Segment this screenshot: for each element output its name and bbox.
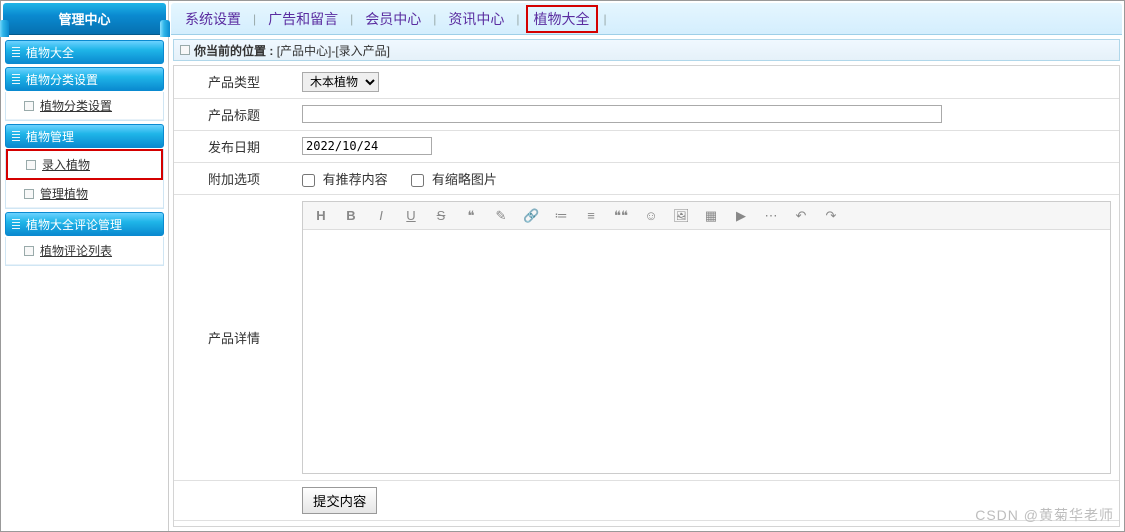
editor-align-icon[interactable]: ≡ — [583, 208, 599, 223]
editor-emoji-icon[interactable]: ☺ — [643, 208, 659, 223]
sidebar-section-plants[interactable]: 植物大全 — [5, 40, 164, 64]
nav-separator: | — [253, 12, 256, 26]
input-date[interactable] — [302, 137, 432, 155]
editor-heading-icon[interactable]: H — [313, 208, 329, 223]
label-title: 产品标题 — [174, 99, 294, 131]
tab-ads[interactable]: 广告和留言 — [262, 7, 344, 31]
breadcrumb-prefix: 你当前的位置 : — [194, 42, 273, 59]
sidebar-header: 管理中心 — [3, 3, 166, 35]
label-thumbnail: 有缩略图片 — [432, 172, 497, 187]
tab-system[interactable]: 系统设置 — [179, 7, 247, 31]
submit-button[interactable]: 提交内容 — [302, 487, 377, 514]
nav-separator: | — [516, 12, 519, 26]
doc-icon — [24, 101, 34, 111]
label-detail: 产品详情 — [174, 195, 294, 481]
select-product-type[interactable]: 木本植物 — [302, 72, 379, 92]
sidebar-section-manage[interactable]: 植物管理 — [5, 124, 164, 148]
tab-plants[interactable]: 植物大全 — [526, 5, 598, 33]
editor-strike-icon[interactable]: S — [433, 208, 449, 223]
editor-toolbar: H B I U S ❝ ✎ 🔗 ≔ ≡ ❝❝ — [303, 202, 1110, 230]
sidebar-section-comments[interactable]: 植物大全评论管理 — [5, 212, 164, 236]
sidebar-item-category-settings[interactable]: 植物分类设置 — [6, 92, 163, 120]
editor-undo-icon[interactable]: ↶ — [793, 208, 809, 224]
sidebar-item-comment-list[interactable]: 植物评论列表 — [6, 237, 163, 265]
sidebar-item-manage-plant[interactable]: 管理植物 — [6, 180, 163, 208]
editor-table-icon[interactable]: ▦ — [703, 208, 719, 224]
grip-icon — [12, 47, 20, 57]
watermark: CSDN @黄菊华老师 — [975, 505, 1114, 525]
editor-redo-icon[interactable]: ↷ — [823, 208, 839, 224]
label-recommend: 有推荐内容 — [323, 172, 388, 187]
sidebar: 管理中心 植物大全 植物分类设置 植物分类设置 植物管理 录入植物 — [1, 1, 169, 531]
editor-link-icon[interactable]: 🔗 — [523, 208, 539, 224]
tab-members[interactable]: 会员中心 — [359, 7, 427, 31]
grip-icon — [12, 74, 20, 84]
label-options: 附加选项 — [174, 163, 294, 195]
doc-icon — [26, 160, 36, 170]
checkbox-recommend[interactable] — [302, 174, 315, 187]
doc-icon — [24, 189, 34, 199]
nav-separator: | — [433, 12, 436, 26]
editor-blockquote-icon[interactable]: ❝❝ — [613, 208, 629, 224]
sidebar-item-add-plant[interactable]: 录入植物 — [6, 149, 163, 180]
main-panel: 系统设置 | 广告和留言 | 会员中心 | 资讯中心 | 植物大全 | 你当前的… — [169, 1, 1124, 531]
editor-list-icon[interactable]: ≔ — [553, 208, 569, 224]
editor-quote-icon[interactable]: ❝ — [463, 208, 479, 224]
label-type: 产品类型 — [174, 66, 294, 99]
form-content: 产品类型 木本植物 产品标题 发布日期 附加选项 — [173, 65, 1120, 527]
editor-image-icon[interactable]: 🖼 — [673, 208, 689, 224]
sidebar-title: 管理中心 — [58, 9, 110, 28]
rich-text-editor: H B I U S ❝ ✎ 🔗 ≔ ≡ ❝❝ — [302, 201, 1111, 474]
tab-news[interactable]: 资讯中心 — [442, 7, 510, 31]
breadcrumb: 你当前的位置 : [产品中心]-[录入产品] — [173, 39, 1120, 61]
label-date: 发布日期 — [174, 131, 294, 163]
sidebar-section-category[interactable]: 植物分类设置 — [5, 67, 164, 91]
editor-video-icon[interactable]: ▶ — [733, 208, 749, 224]
nav-separator: | — [604, 12, 607, 26]
nav-separator: | — [350, 12, 353, 26]
grip-icon — [12, 131, 20, 141]
doc-icon — [180, 45, 190, 55]
editor-more-icon[interactable]: ⋯ — [763, 208, 779, 224]
breadcrumb-path: [产品中心]-[录入产品] — [277, 42, 390, 59]
checkbox-thumbnail[interactable] — [411, 174, 424, 187]
input-title[interactable] — [302, 105, 942, 123]
editor-bold-icon[interactable]: B — [343, 208, 359, 223]
editor-textarea[interactable] — [303, 230, 1110, 470]
grip-icon — [12, 219, 20, 229]
editor-brush-icon[interactable]: ✎ — [493, 208, 509, 224]
editor-underline-icon[interactable]: U — [403, 208, 419, 223]
top-nav: 系统设置 | 广告和留言 | 会员中心 | 资讯中心 | 植物大全 | — [171, 3, 1122, 35]
editor-italic-icon[interactable]: I — [373, 208, 389, 223]
doc-icon — [24, 246, 34, 256]
